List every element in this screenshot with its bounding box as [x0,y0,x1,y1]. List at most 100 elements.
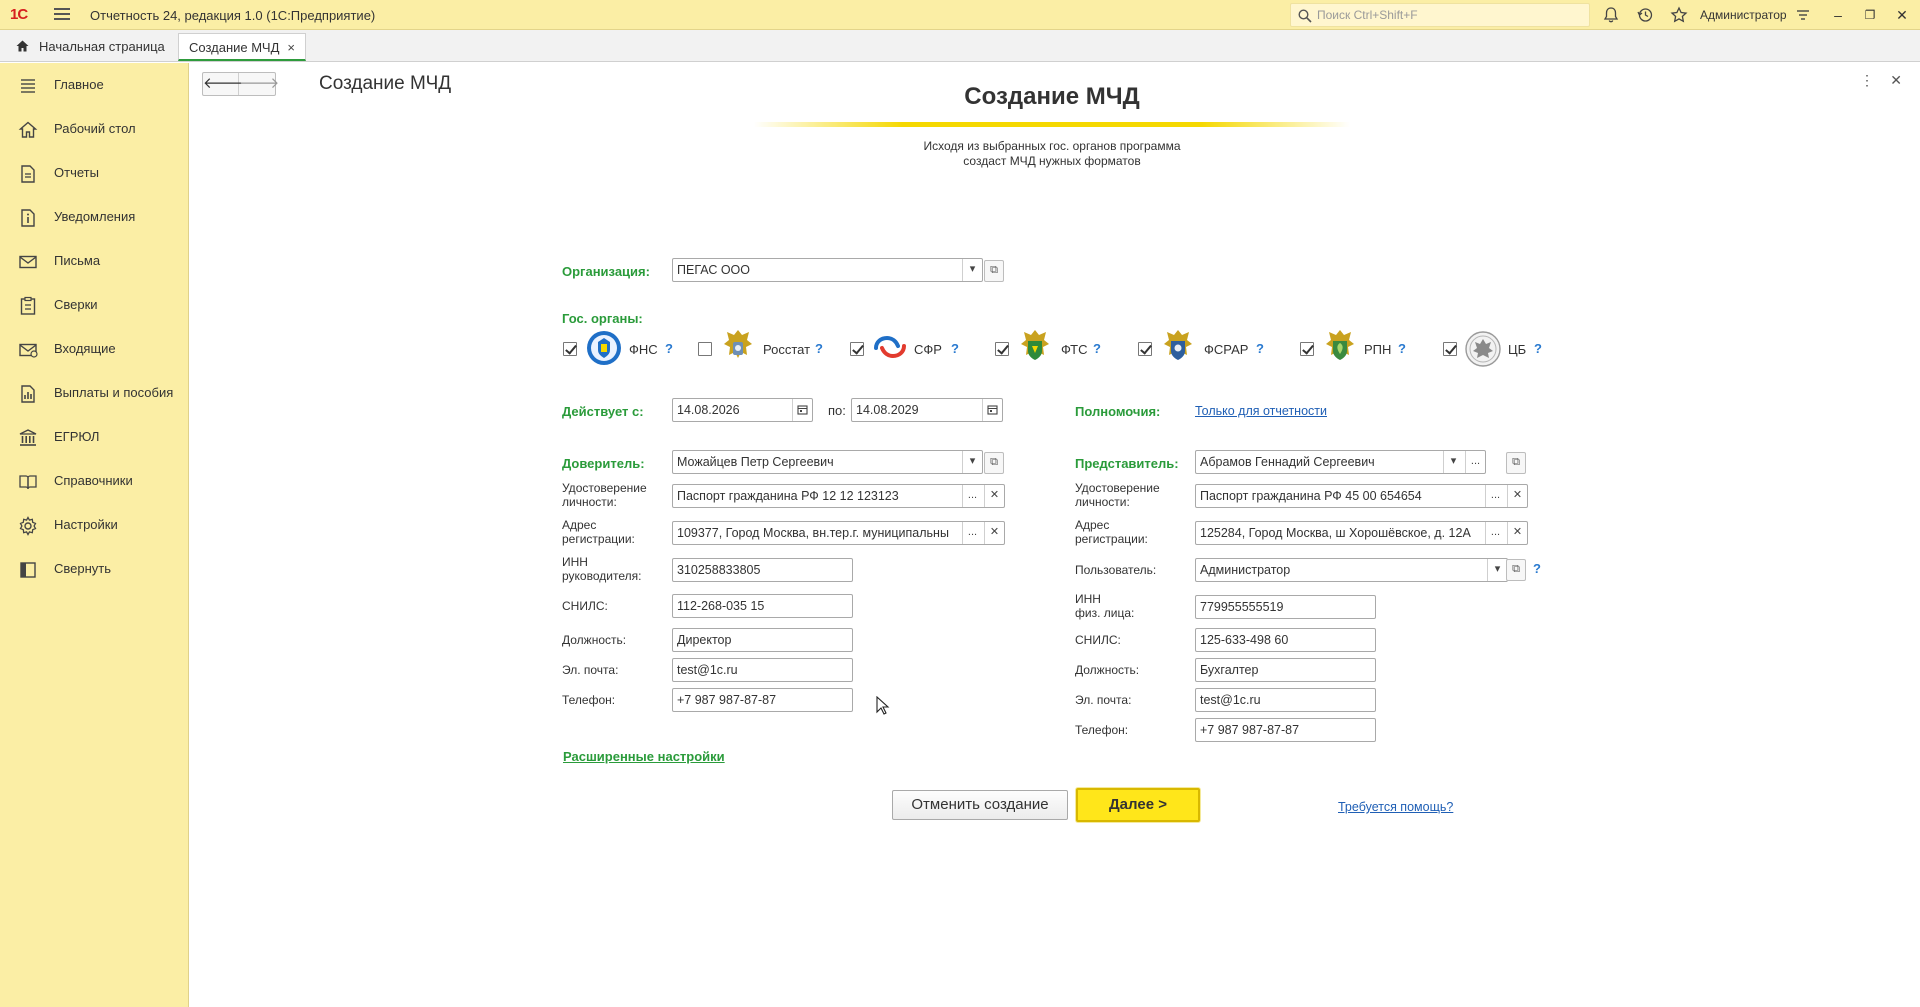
sfr-logo-icon [874,335,906,359]
clear-icon[interactable]: ✕ [1507,485,1527,507]
help-sfr-icon[interactable]: ? [951,341,959,356]
help-rosstat-icon[interactable]: ? [815,341,823,356]
checkbox-fts[interactable] [995,342,1009,356]
main-menu-icon[interactable] [54,8,70,21]
checkbox-rpn[interactable] [1300,342,1314,356]
sidebar-item-incoming[interactable]: Входящие [0,329,189,369]
chevron-down-icon[interactable]: ▾ [1443,451,1463,473]
advanced-settings-link[interactable]: Расширенные настройки [563,749,725,764]
help-fsrar-icon[interactable]: ? [1256,341,1264,356]
representative-id-field[interactable]: Паспорт гражданина РФ 45 00 654654 ... ✕ [1195,484,1528,508]
sidebar-item-settings[interactable]: Настройки [0,505,189,545]
next-button[interactable]: Далее > [1076,788,1200,822]
help-fns-icon[interactable]: ? [665,341,673,356]
principal-snils-field[interactable]: 112-268-035 15 [672,594,853,618]
powers-link[interactable]: Только для отчетности [1195,404,1327,418]
help-link[interactable]: Требуется помощь? [1338,800,1453,814]
select-ellipsis-icon[interactable]: ... [962,522,982,544]
open-icon[interactable]: ⧉ [984,260,1004,282]
close-form-icon[interactable]: ✕ [1890,72,1902,89]
representative-address-field[interactable]: 125284, Город Москва, ш Хорошёвское, д. … [1195,521,1528,545]
principal-inn-field[interactable]: 310258833805 [672,558,853,582]
tab-home[interactable]: Начальная страница [6,33,175,61]
close-window-button[interactable]: ✕ [1890,4,1914,26]
open-icon[interactable]: ⧉ [984,452,1004,474]
current-user[interactable]: Администратор [1700,8,1787,22]
help-cb-icon[interactable]: ? [1534,341,1542,356]
representative-phone-label: Телефон: [1075,723,1129,737]
valid-to-label: по: [828,403,846,418]
checkbox-fsrar[interactable] [1138,342,1152,356]
sidebar-item-collapse[interactable]: Свернуть [0,549,189,589]
select-ellipsis-icon[interactable]: ... [1485,485,1505,507]
sidebar-item-reports[interactable]: Отчеты [0,153,189,193]
representative-position-field[interactable]: Бухгалтер [1195,658,1376,682]
principal-name-field[interactable]: Можайцев Петр Сергеевич ▾ [672,450,983,474]
sidebar-item-main[interactable]: Главное [0,65,189,105]
representative-user-field[interactable]: Администратор ▾ [1195,558,1508,582]
history-icon[interactable] [1636,6,1654,24]
cancel-button[interactable]: Отменить создание [892,790,1068,820]
payments-icon [21,385,35,403]
sidebar-item-notifications[interactable]: Уведомления [0,197,189,237]
sidebar-item-label: Уведомления [54,209,136,224]
checkbox-rosstat[interactable] [698,342,712,356]
help-fts-icon[interactable]: ? [1093,341,1101,356]
minimize-button[interactable]: – [1826,4,1850,26]
form-subtitle: Исходя из выбранных гос. органов програм… [852,139,1252,169]
select-ellipsis-icon[interactable]: ... [1485,522,1505,544]
chevron-down-icon[interactable]: ▾ [1487,559,1507,581]
chevron-down-icon[interactable]: ▾ [962,451,982,473]
checkbox-sfr[interactable] [850,342,864,356]
checkbox-cb[interactable] [1443,342,1457,356]
star-icon[interactable] [1670,6,1688,24]
organization-field[interactable]: ПЕГАС ООО ▾ [672,258,983,282]
sidebar-item-directories[interactable]: Справочники [0,461,189,501]
agency-name: РПН [1364,342,1392,357]
sidebar-item-reconciliations[interactable]: Сверки [0,285,189,325]
help-user-icon[interactable]: ? [1533,561,1541,576]
forward-arrow-icon[interactable]: 🡒 [239,73,279,95]
representative-inn-field[interactable]: 779955555519 [1195,595,1376,619]
open-icon[interactable]: ⧉ [1506,452,1526,474]
valid-to-field[interactable]: 14.08.2029 [851,398,1003,422]
select-ellipsis-icon[interactable]: ... [962,485,982,507]
rosstat-emblem-icon [724,330,752,358]
representative-email-field[interactable]: test@1c.ru [1195,688,1376,712]
principal-id-field[interactable]: Паспорт гражданина РФ 12 12 123123 ... ✕ [672,484,1005,508]
representative-snils-field[interactable]: 125-633-498 60 [1195,628,1376,652]
principal-phone-field[interactable]: +7 987 987-87-87 [672,688,853,712]
close-tab-icon[interactable]: × [287,40,295,55]
principal-email-field[interactable]: test@1c.ru [672,658,853,682]
principal-phone-value: +7 987 987-87-87 [677,693,777,707]
representative-phone-field[interactable]: +7 987 987-87-87 [1195,718,1376,742]
sidebar-item-egrul[interactable]: ЕГРЮЛ [0,417,189,457]
clear-icon[interactable]: ✕ [984,522,1004,544]
restore-button[interactable]: ❐ [1858,4,1882,26]
principal-snils-value: 112-268-035 15 [677,599,765,613]
select-ellipsis-icon[interactable]: ... [1465,451,1485,473]
open-icon[interactable]: ⧉ [1506,559,1526,581]
clear-icon[interactable]: ✕ [1507,522,1527,544]
sidebar-item-desktop[interactable]: Рабочий стол [0,109,189,149]
more-options-icon[interactable]: ⋮ [1860,72,1874,89]
calendar-icon[interactable] [792,399,812,421]
clear-icon[interactable]: ✕ [984,485,1004,507]
tab-create-mchd[interactable]: Создание МЧД × [178,33,306,61]
sidebar-item-letters[interactable]: Письма [0,241,189,281]
settings-list-icon[interactable] [1794,6,1812,24]
chevron-down-icon[interactable]: ▾ [962,259,982,281]
checkbox-fns[interactable] [563,342,577,356]
search-input[interactable]: Поиск Ctrl+Shift+F [1290,3,1590,27]
principal-address-field[interactable]: 109377, Город Москва, вн.тер.г. муниципа… [672,521,1005,545]
representative-name-field[interactable]: Абрамов Геннадий Сергеевич ▾ ... [1195,450,1486,474]
principal-position-field[interactable]: Директор [672,628,853,652]
form-title: Создание МЧД [964,83,1140,110]
bell-icon[interactable] [1602,6,1620,24]
help-rpn-icon[interactable]: ? [1398,341,1406,356]
calendar-icon[interactable] [982,399,1002,421]
sidebar-item-payments[interactable]: Выплаты и пособия [0,373,189,413]
app-logo[interactable]: 1С [10,6,28,23]
back-arrow-icon[interactable]: 🡐 [203,73,243,95]
valid-from-field[interactable]: 14.08.2026 [672,398,813,422]
